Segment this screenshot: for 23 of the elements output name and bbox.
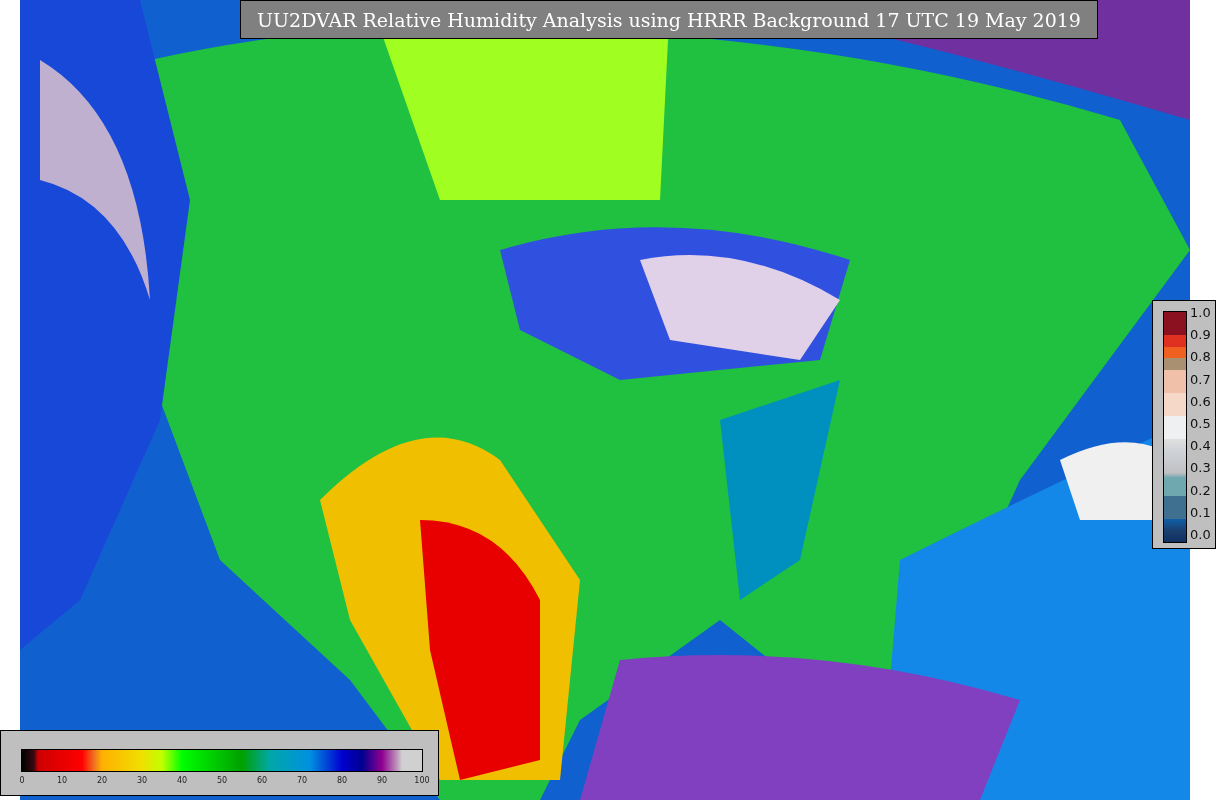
tick-label: 0.7 xyxy=(1190,371,1211,388)
tick-label: 70 xyxy=(296,776,308,785)
tick-label: 0.6 xyxy=(1190,393,1211,410)
tick-label: 0.1 xyxy=(1190,504,1211,521)
tick-label: 100 xyxy=(414,776,430,785)
tick-label: 0 xyxy=(19,776,25,785)
tick-label: 40 xyxy=(176,776,188,785)
tick-label: 60 xyxy=(256,776,268,785)
tick-label: 0.3 xyxy=(1190,460,1211,477)
tick-label: 80 xyxy=(336,776,348,785)
tick-label: 0.4 xyxy=(1190,438,1211,455)
tick-label: 0.9 xyxy=(1190,327,1211,344)
tick-label: 0.2 xyxy=(1190,482,1211,499)
tick-label: 90 xyxy=(376,776,388,785)
tick-label: 50 xyxy=(216,776,228,785)
map-title: UU2DVAR Relative Humidity Analysis using HRRR Background 17 UTC 19 May 2019 xyxy=(240,0,1098,39)
tick-label: 10 xyxy=(56,776,68,785)
tick-label: 20 xyxy=(96,776,108,785)
tick-label: 1.0 xyxy=(1190,305,1211,321)
tick-label: 30 xyxy=(136,776,148,785)
tick-label: 0.0 xyxy=(1190,526,1211,543)
tick-label: 0.8 xyxy=(1190,349,1211,366)
tick-label: 0.5 xyxy=(1190,415,1211,432)
